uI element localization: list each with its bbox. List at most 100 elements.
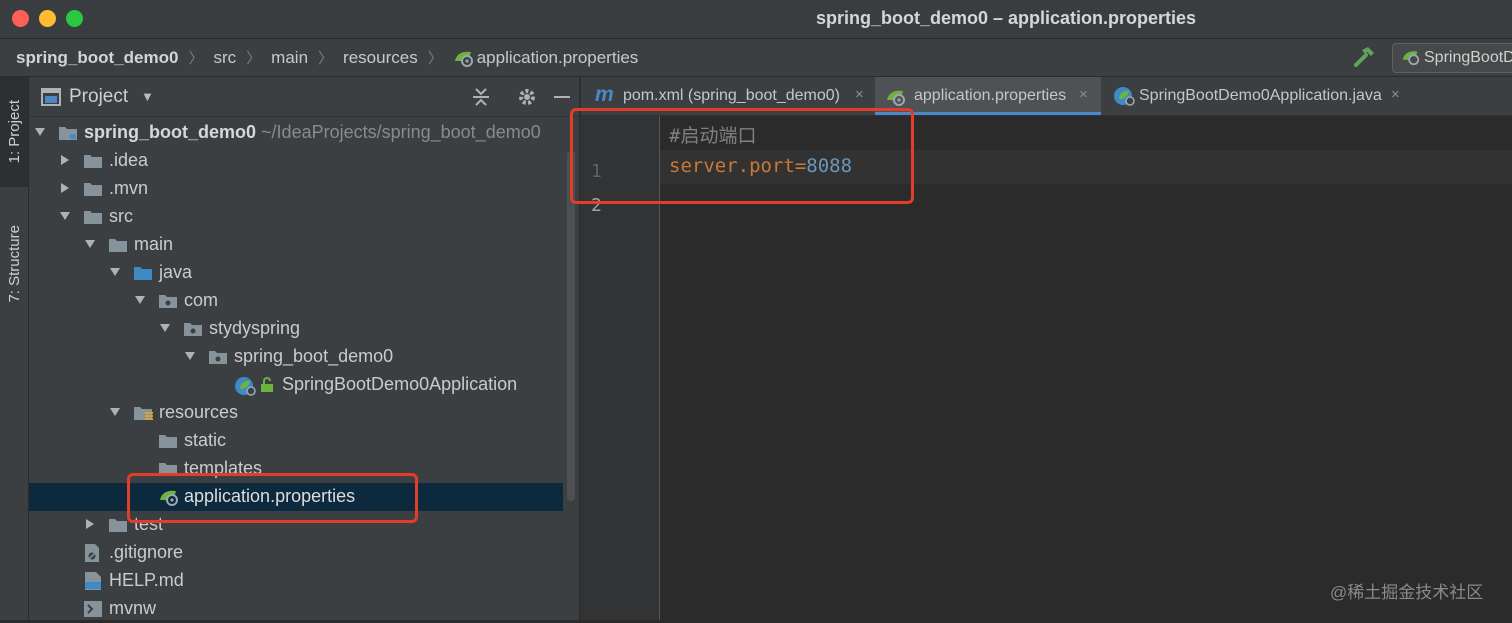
tree-item-help-md[interactable]: HELP.md — [29, 567, 563, 595]
collapsed-arrow-icon[interactable] — [84, 518, 96, 530]
tree-item-static[interactable]: static — [29, 427, 563, 455]
project-window-icon — [41, 88, 61, 106]
package-icon — [184, 323, 202, 336]
tree-item-stydyspring[interactable]: stydyspring — [29, 315, 563, 343]
tree-item-project-root[interactable]: spring_boot_demo0 ~/IdeaProjects/spring_… — [29, 119, 563, 147]
expanded-arrow-icon[interactable] — [59, 210, 71, 222]
tree-item-package-spring-boot-demo0[interactable]: spring_boot_demo0 — [29, 343, 563, 371]
spring-properties-icon — [887, 90, 905, 106]
expanded-arrow-icon[interactable] — [109, 406, 121, 418]
breadcrumb-file[interactable]: application.properties — [477, 48, 639, 68]
chevron-down-icon[interactable]: ▼ — [141, 89, 154, 104]
breadcrumb-project[interactable]: spring_boot_demo0 — [16, 48, 178, 68]
title-bar: spring_boot_demo0 – application.properti… — [0, 0, 1512, 39]
tree-item-label: main — [134, 234, 174, 254]
tree-item-label: com — [184, 290, 219, 310]
chevron-right-icon: 〉 — [188, 50, 204, 67]
folder-icon — [109, 519, 127, 532]
project-panel: Project ▼ spring_boot_demo0 ~/IdeaProjec… — [29, 77, 579, 620]
tree-item-src[interactable]: src — [29, 203, 563, 231]
collapsed-arrow-icon[interactable] — [59, 154, 71, 166]
expanded-arrow-icon[interactable] — [184, 350, 196, 362]
spring-boot-class-icon — [1114, 87, 1135, 106]
project-root-label: spring_boot_demo0 — [84, 122, 257, 142]
close-tab-icon[interactable]: × — [1079, 86, 1088, 103]
tree-item-label: java — [159, 262, 193, 282]
tool-window-strip: 1: Project 7: Structure — [0, 77, 29, 620]
tree-item-label: spring_boot_demo0 — [234, 346, 394, 366]
spring-boot-class-icon — [235, 377, 256, 396]
spring-properties-icon — [454, 51, 473, 67]
tree-item-java[interactable]: java — [29, 259, 563, 287]
package-icon — [209, 351, 227, 364]
chevron-right-icon: 〉 — [427, 50, 443, 67]
close-tab-icon[interactable]: × — [855, 86, 864, 103]
tab-label: SpringBootDemo0Application.java — [1139, 87, 1382, 104]
lock-icon — [261, 377, 273, 392]
folder-icon — [84, 155, 102, 168]
expanded-arrow-icon[interactable] — [34, 126, 46, 138]
tree-item-resources[interactable]: resources — [29, 399, 563, 427]
tree-item-label: SpringBootDemo0Application — [282, 374, 518, 394]
tree-item-idea[interactable]: .idea — [29, 147, 563, 175]
tool-tab-structure-label: 7: Structure — [5, 225, 23, 303]
expanded-arrow-icon[interactable] — [159, 322, 171, 334]
close-tab-icon[interactable]: × — [1391, 86, 1400, 103]
spring-boot-icon — [1402, 51, 1420, 66]
tool-tab-project-label: 1: Project — [5, 100, 23, 164]
tab-label: pom.xml (spring_boot_demo0) — [623, 87, 840, 104]
collapsed-arrow-icon[interactable] — [59, 182, 71, 194]
gitignore-file-icon — [85, 544, 99, 562]
tree-item-gitignore[interactable]: .gitignore — [29, 539, 563, 567]
project-panel-header: Project ▼ — [29, 77, 579, 117]
build-hammer-icon[interactable] — [1352, 45, 1376, 69]
gear-icon[interactable] — [516, 86, 538, 108]
chevron-right-icon: 〉 — [318, 50, 334, 67]
breadcrumb-src[interactable]: src — [213, 48, 236, 68]
breadcrumb: spring_boot_demo0 〉 src 〉 main 〉 resourc… — [16, 47, 638, 68]
folder-icon — [84, 211, 102, 224]
expanded-arrow-icon[interactable] — [84, 238, 96, 250]
tree-item-com[interactable]: com — [29, 287, 563, 315]
tree-item-label: .gitignore — [109, 542, 184, 562]
tree-item-mvnw[interactable]: mvnw — [29, 595, 563, 623]
tool-tab-structure[interactable]: 7: Structure — [0, 199, 28, 329]
folder-icon — [109, 239, 127, 252]
tree-item-main[interactable]: main — [29, 231, 563, 259]
tree-item-label: mvnw — [109, 598, 157, 618]
project-view-selector[interactable]: Project — [69, 86, 128, 108]
tree-item-label: .idea — [109, 150, 149, 170]
tab-springbootdemo0application-java[interactable]: SpringBootDemo0Application.java × — [1111, 77, 1411, 115]
tree-item-label: HELP.md — [109, 570, 184, 590]
resources-folder-icon — [134, 407, 153, 420]
collapse-all-icon[interactable] — [470, 86, 492, 108]
tree-item-label: resources — [159, 402, 239, 422]
folder-icon — [84, 183, 102, 196]
run-configuration-label: SpringBootDemo0Application — [1424, 49, 1512, 66]
tree-item-springbootdemo0application[interactable]: SpringBootDemo0Application — [29, 371, 563, 399]
breadcrumb-main[interactable]: main — [271, 48, 308, 68]
shell-file-icon — [84, 601, 102, 617]
navigation-bar: spring_boot_demo0 〉 src 〉 main 〉 resourc… — [0, 39, 1512, 77]
hide-panel-icon[interactable] — [552, 86, 572, 108]
window-title: spring_boot_demo0 – application.properti… — [815, 8, 1197, 28]
highlight-box-code — [570, 108, 914, 204]
expanded-arrow-icon[interactable] — [134, 294, 146, 306]
tab-label: application.properties — [914, 87, 1067, 104]
chevron-right-icon: 〉 — [246, 50, 262, 67]
tree-item-mvn[interactable]: .mvn — [29, 175, 563, 203]
tree-item-label: static — [184, 430, 227, 450]
module-folder-icon — [59, 127, 77, 140]
highlight-box-file — [127, 473, 418, 523]
watermark: @稀土掘金技术社区 — [1330, 583, 1484, 602]
tree-item-label: src — [109, 206, 133, 226]
expanded-arrow-icon[interactable] — [109, 266, 121, 278]
markdown-file-icon — [85, 572, 101, 590]
tree-item-label: .mvn — [109, 178, 149, 198]
tool-tab-project[interactable]: 1: Project — [0, 77, 28, 187]
project-root-path: ~/IdeaProjects/spring_boot_demo0 — [261, 122, 541, 142]
maven-icon: m — [595, 83, 614, 106]
breadcrumb-resources[interactable]: resources — [343, 48, 418, 68]
run-configuration-selector[interactable]: SpringBootDemo0Application — [1392, 43, 1512, 73]
folder-icon — [159, 435, 177, 448]
